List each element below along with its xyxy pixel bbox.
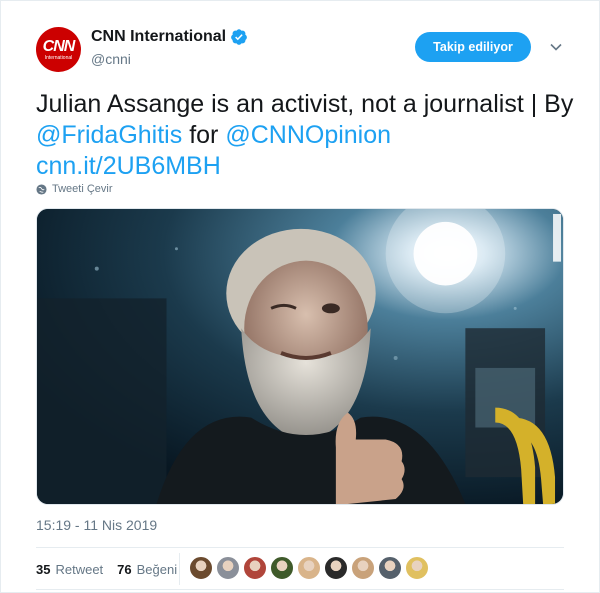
display-name[interactable]: CNN International xyxy=(91,28,226,46)
tweet-timestamp[interactable]: 15:19 - 11 Nis 2019 xyxy=(36,517,157,533)
tweet-photo[interactable] xyxy=(36,208,564,505)
chevron-down-icon[interactable] xyxy=(549,40,563,54)
tweet-text-part2: for xyxy=(182,121,226,149)
handle[interactable]: @cnni xyxy=(91,51,131,67)
retweet-count[interactable]: 35 Retweet xyxy=(36,562,103,577)
retweet-count-label: Retweet xyxy=(55,561,104,577)
liker-avatar[interactable] xyxy=(351,556,375,580)
stats-separator xyxy=(179,553,180,585)
like-count-value: 76 xyxy=(117,561,132,577)
like-count[interactable]: 76 Beğeni xyxy=(117,562,177,577)
avatar[interactable]: CNN International xyxy=(36,27,81,72)
translate-label: Tweeti Çevir xyxy=(52,183,113,195)
liker-avatar[interactable] xyxy=(378,556,402,580)
tweet-card: CNN International CNN International @cnn… xyxy=(0,0,600,593)
retweet-count-value: 35 xyxy=(36,561,51,577)
like-count-label: Beğeni xyxy=(136,561,178,577)
globe-icon xyxy=(36,183,47,195)
divider xyxy=(36,547,564,548)
tweet-link[interactable]: cnn.it/2UB6MBH xyxy=(36,151,576,182)
liker-avatar[interactable] xyxy=(405,556,429,580)
verified-badge-icon xyxy=(231,29,247,45)
mention-fridaghitis[interactable]: @FridaGhitis xyxy=(36,121,182,149)
liker-avatar[interactable] xyxy=(216,556,240,580)
liker-avatar[interactable] xyxy=(270,556,294,580)
liker-avatar[interactable] xyxy=(324,556,348,580)
tweet-stats: 35 Retweet 76 Beğeni xyxy=(36,551,191,587)
liker-avatar[interactable] xyxy=(189,556,213,580)
tweet-text-part1: Julian Assange is an activist, not a jou… xyxy=(36,90,574,118)
cnn-logo: CNN xyxy=(42,37,76,55)
avatar-sub-label: International xyxy=(44,54,73,61)
mention-cnnopinion[interactable]: @CNNOpinion xyxy=(225,121,391,149)
tweet-text: Julian Assange is an activist, not a jou… xyxy=(36,89,576,182)
liker-avatar[interactable] xyxy=(243,556,267,580)
liker-avatar[interactable] xyxy=(297,556,321,580)
divider-bottom xyxy=(36,589,564,590)
translate-tweet-button[interactable]: Tweeti Çevir xyxy=(36,183,113,195)
name-row: CNN International xyxy=(91,28,248,46)
photo-image xyxy=(37,209,563,504)
liker-avatars xyxy=(189,556,429,580)
following-button[interactable]: Takip ediliyor xyxy=(415,32,531,62)
